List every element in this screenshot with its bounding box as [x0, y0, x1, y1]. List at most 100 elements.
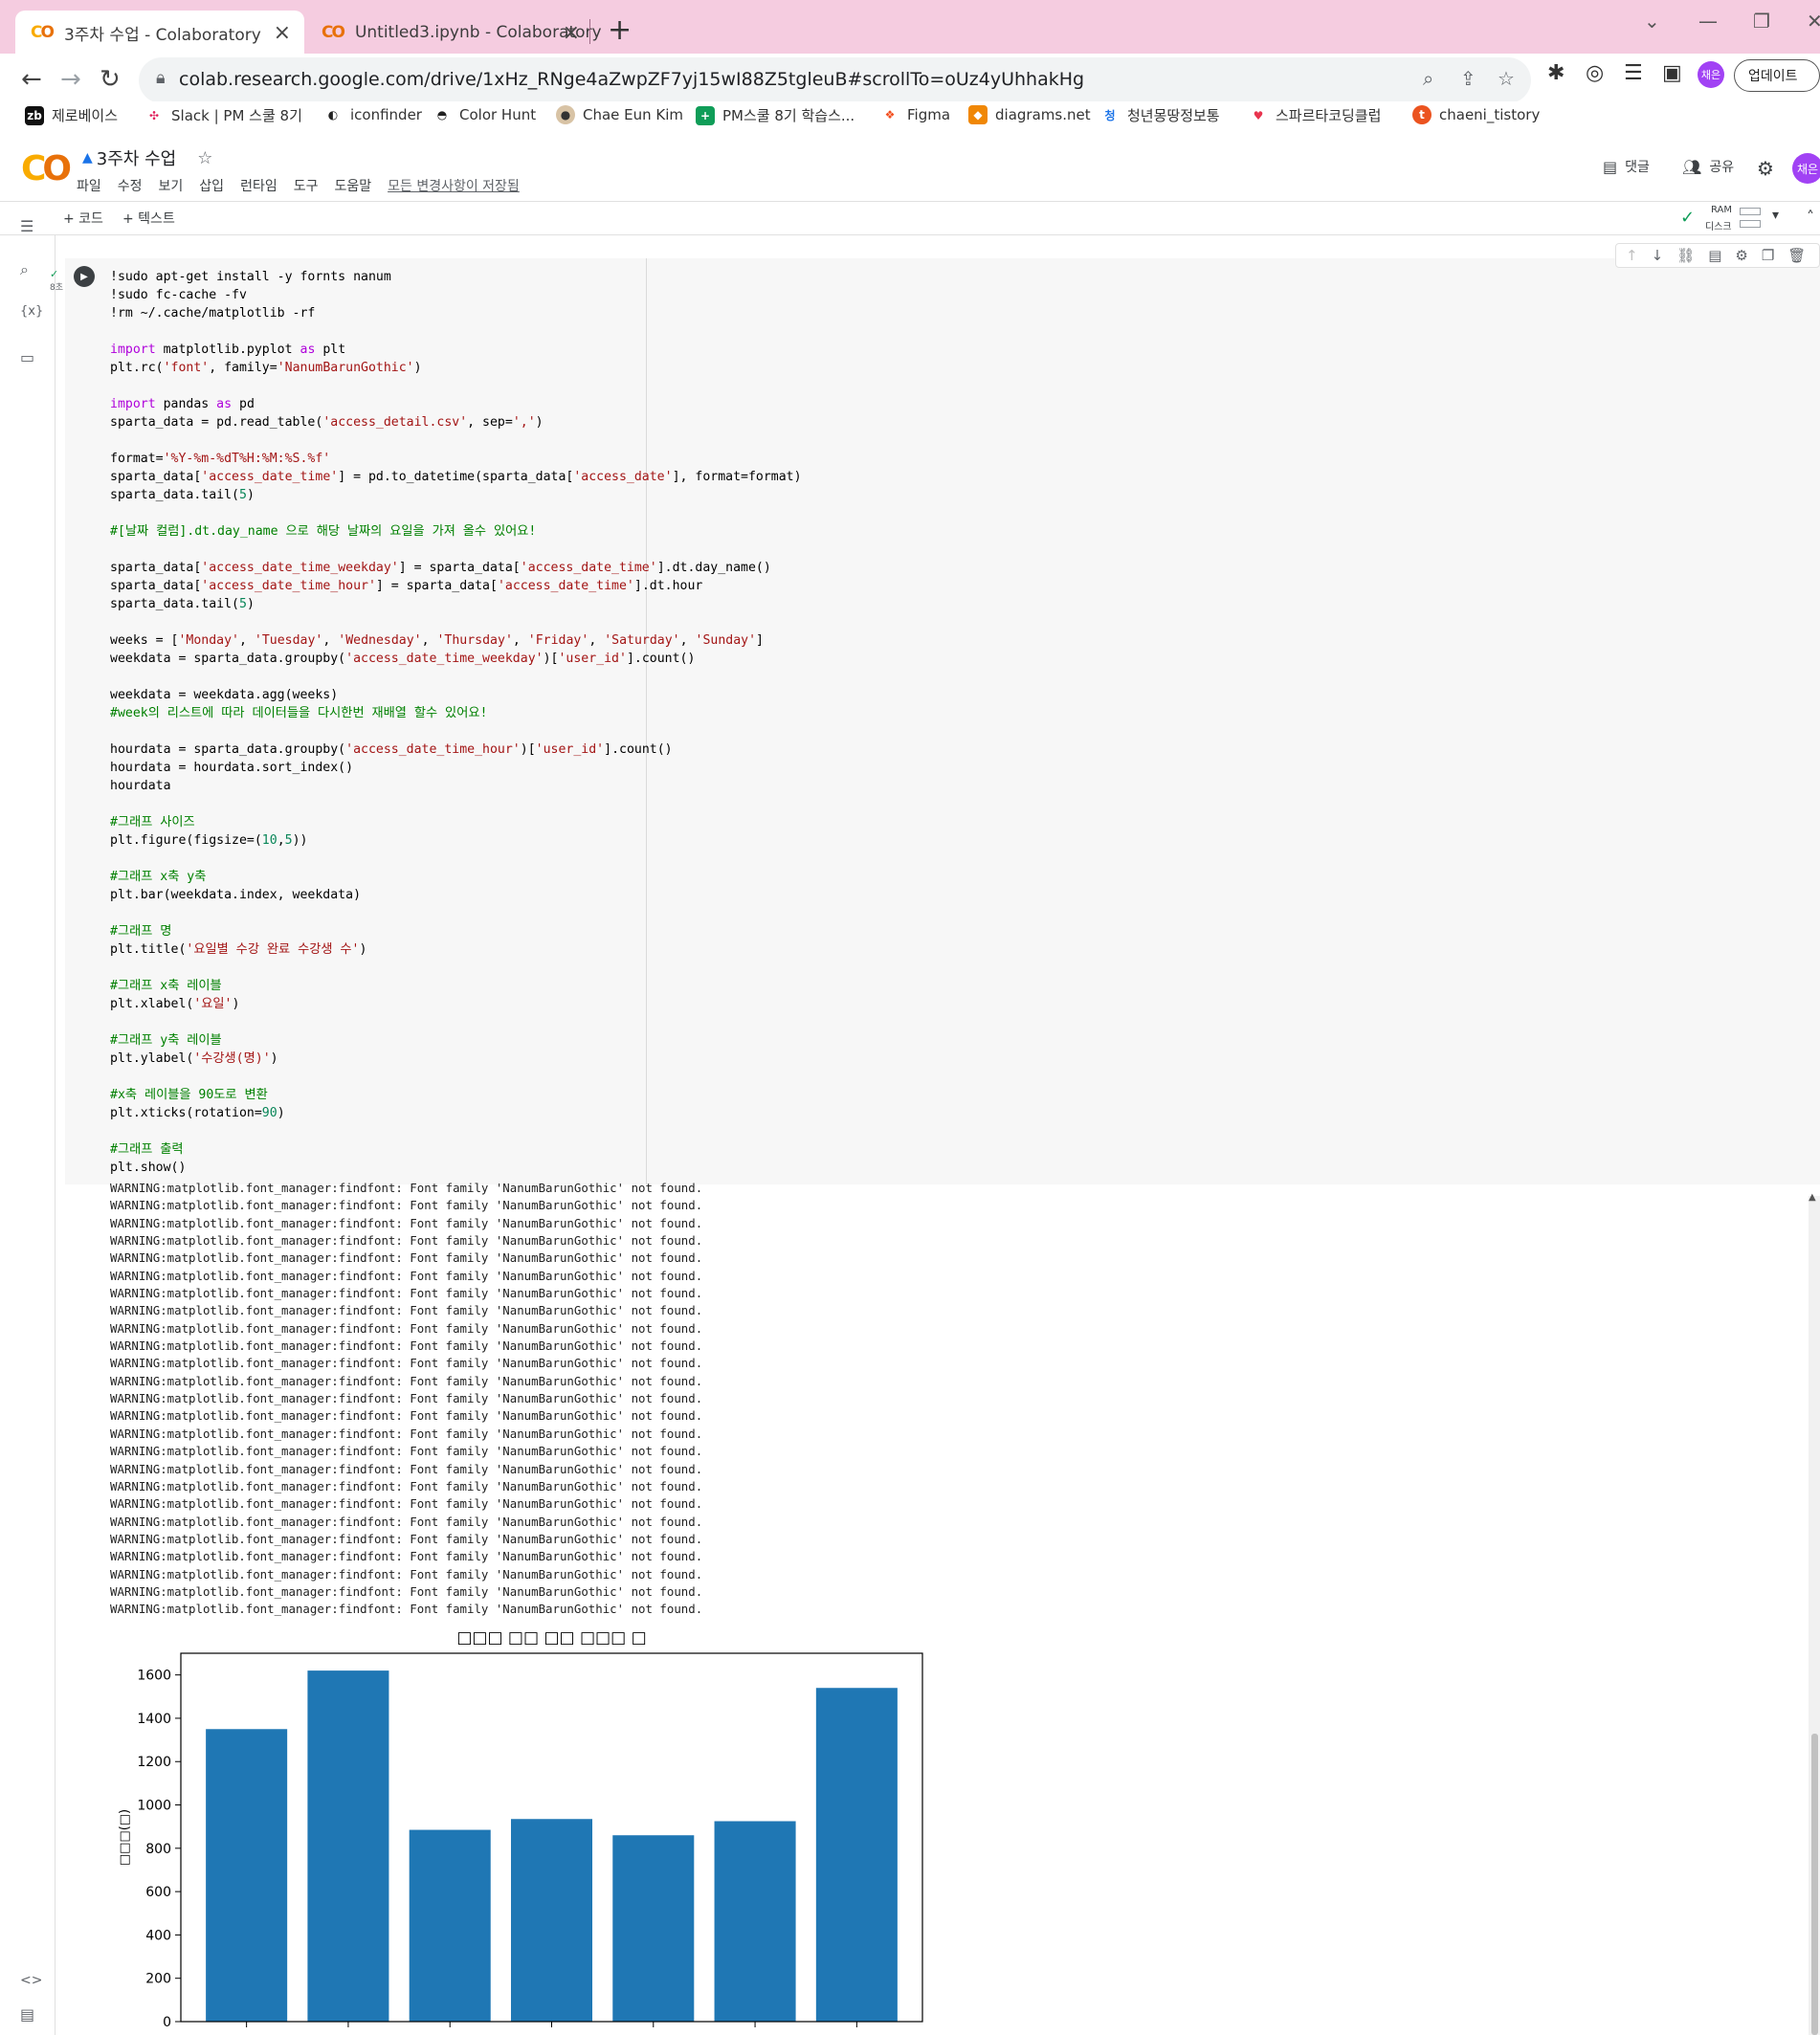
code-token: ): [535, 415, 544, 430]
code-editor[interactable]: !sudo apt-get install -y fornts nanum !su…: [110, 268, 802, 1177]
bookmark-iconfinder[interactable]: ◐ iconfinder: [323, 105, 422, 124]
run-cell-button[interactable]: ▶: [74, 266, 95, 287]
warning-line: WARNING:matplotlib.font_manager:findfont…: [110, 1268, 703, 1283]
code-token: sparta_data[: [110, 470, 202, 484]
cell-settings-icon[interactable]: ⚙: [1735, 247, 1747, 264]
ram-disk-indicator[interactable]: ✓ RAM 디스크 ▾: [1676, 204, 1791, 232]
code-token: plt.rc(: [110, 361, 164, 375]
code-token: pd: [232, 397, 255, 411]
menu-tools[interactable]: 도구: [294, 176, 319, 195]
delete-icon[interactable]: 🗑︎: [1787, 247, 1806, 264]
maximize-icon[interactable]: ❐: [1753, 10, 1770, 33]
close-icon[interactable]: ×: [563, 21, 580, 45]
cell-add-toolbar: + 코드 + 텍스트 ✓ RAM 디스크 ▾ ˄: [0, 201, 1820, 235]
close-icon[interactable]: ×: [274, 21, 291, 45]
menu-edit[interactable]: 수정: [118, 176, 143, 195]
warning-line: WARNING:matplotlib.font_manager:findfont…: [110, 1549, 703, 1564]
code-token: 'Tuesday': [254, 633, 323, 648]
reading-list-icon[interactable]: ☰: [1624, 61, 1643, 85]
mirror-cell-icon[interactable]: ❐: [1762, 247, 1774, 264]
code-token: 'access_date_time_hour': [345, 742, 521, 757]
bookmark-figma[interactable]: ❖ Figma: [880, 105, 950, 124]
notebook-title[interactable]: ▲ 3주차 수업 ☆: [82, 145, 212, 170]
folder-icon[interactable]: ▭: [20, 348, 34, 366]
new-tab-icon[interactable]: +: [608, 13, 632, 47]
menu-runtime[interactable]: 런타임: [240, 176, 277, 195]
colorhunt-icon: ◓: [436, 108, 448, 122]
code-token: hourdata = sparta_data.groupby(: [110, 742, 346, 757]
comment-cell-icon[interactable]: ▤: [1708, 247, 1721, 264]
code-token: #그래프 y축 레이블: [110, 1033, 222, 1048]
bookmark-pmschool[interactable]: + PM스쿨 8기 학습스...: [696, 105, 855, 125]
code-snippets-icon[interactable]: <>: [20, 1973, 42, 1988]
code-token: ]: [756, 633, 764, 648]
settings-gear-icon[interactable]: ⚙: [1757, 157, 1774, 180]
bookmark-slack[interactable]: ✣ Slack | PM 스쿨 8기: [144, 105, 302, 125]
code-line: plt.bar(weekdata.index, weekdata): [110, 886, 802, 904]
colab-favicon-icon: CO: [322, 23, 345, 42]
link-icon[interactable]: ⛓: [1676, 247, 1695, 264]
code-line: ​: [110, 377, 802, 395]
scroll-up-icon[interactable]: ▲: [1809, 1192, 1816, 1203]
code-token: 'access_date_time': [520, 561, 657, 575]
back-icon[interactable]: ←: [21, 65, 42, 94]
y-axis-label: □□□(□): [118, 1809, 132, 1866]
add-text-button[interactable]: + 텍스트: [122, 209, 175, 228]
code-line: plt.xlabel('요일'): [110, 995, 802, 1013]
bookmark-colorhunt[interactable]: ◓ Color Hunt: [433, 105, 536, 124]
tab-colab-lesson[interactable]: CO 3주차 수업 - Colaboratory ×: [15, 11, 304, 55]
browser-profile-avatar[interactable]: 채은: [1698, 61, 1724, 88]
bookmark-diagrams[interactable]: ◆ diagrams.net: [968, 105, 1091, 124]
bookmark-tistory[interactable]: t chaeni_tistory: [1412, 105, 1540, 124]
tab-untitled3[interactable]: CO Untitled3.ipynb - Colaboratory ×: [306, 11, 602, 55]
figma-icon: ❖: [884, 108, 896, 122]
bookmark-chaeeunkim[interactable]: ● Chae Eun Kim: [556, 105, 683, 124]
bookmark-star-icon[interactable]: ☆: [1498, 67, 1515, 90]
tab-divider: [589, 19, 590, 44]
scrollbar-thumb[interactable]: [1811, 1734, 1818, 2035]
terminal-icon[interactable]: ▤: [20, 2005, 34, 2024]
zoom-icon[interactable]: ⌕: [1423, 67, 1433, 90]
menu-insert[interactable]: 삽입: [199, 176, 224, 195]
chevron-down-icon[interactable]: ▾: [1772, 208, 1779, 223]
code-token: plt.figure(figsize=(: [110, 833, 262, 848]
code-token: weeks = [: [110, 633, 179, 648]
extensions-icon[interactable]: ✱: [1547, 61, 1565, 85]
bookmark-zerobase[interactable]: zb 제로베이스: [25, 105, 118, 125]
minimize-icon[interactable]: —: [1698, 10, 1718, 33]
variables-icon[interactable]: {x}: [20, 304, 43, 319]
side-panel-icon[interactable]: ▣: [1662, 61, 1682, 85]
menu-view[interactable]: 보기: [159, 176, 184, 195]
move-down-icon[interactable]: ↓: [1652, 247, 1664, 264]
menu-help[interactable]: 도움말: [334, 176, 371, 195]
code-token: 'access_date_time_weekday': [201, 561, 399, 575]
share-page-icon[interactable]: ⇪: [1460, 67, 1476, 90]
window-close-icon[interactable]: ✕: [1807, 10, 1820, 33]
code-token: 'Wednesday': [338, 633, 422, 648]
code-token: ].count(): [604, 742, 673, 757]
colab-logo-icon[interactable]: CO: [21, 149, 72, 188]
forward-icon[interactable]: →: [60, 65, 81, 94]
code-token: 'access_date_time': [201, 470, 339, 484]
menu-file[interactable]: 파일: [77, 176, 101, 195]
move-up-icon[interactable]: ↑: [1626, 247, 1638, 264]
star-icon[interactable]: ☆: [197, 148, 212, 168]
address-bar[interactable]: 🔒︎ colab.research.google.com/drive/1xHz_…: [139, 57, 1531, 103]
performance-icon[interactable]: ◎: [1586, 61, 1604, 85]
user-avatar[interactable]: 채은: [1792, 153, 1820, 184]
save-status[interactable]: 모든 변경사항이 저장됨: [388, 176, 520, 195]
warning-line: WARNING:matplotlib.font_manager:findfont…: [110, 1391, 703, 1406]
code-token: ,: [588, 633, 605, 648]
bookmark-youth-info[interactable]: 청 청년몽땅정보통: [1100, 105, 1219, 125]
update-button[interactable]: 업데이트: [1734, 59, 1820, 92]
bookmark-spartacoding[interactable]: ♥ 스파르타코딩클럽: [1249, 105, 1382, 125]
comment-button[interactable]: ▤ 댓글: [1603, 157, 1650, 176]
reload-icon[interactable]: ↻: [100, 65, 121, 94]
search-icon[interactable]: ⌕: [20, 260, 29, 279]
tab-search-icon[interactable]: ⌄: [1644, 10, 1660, 33]
collapse-header-icon[interactable]: ˄: [1807, 208, 1814, 226]
add-code-button[interactable]: + 코드: [63, 209, 103, 228]
comment-icon: ▤: [1603, 157, 1618, 176]
table-of-contents-icon[interactable]: ☰: [20, 217, 33, 235]
share-button[interactable]: 👥︎ 공유: [1682, 157, 1734, 176]
